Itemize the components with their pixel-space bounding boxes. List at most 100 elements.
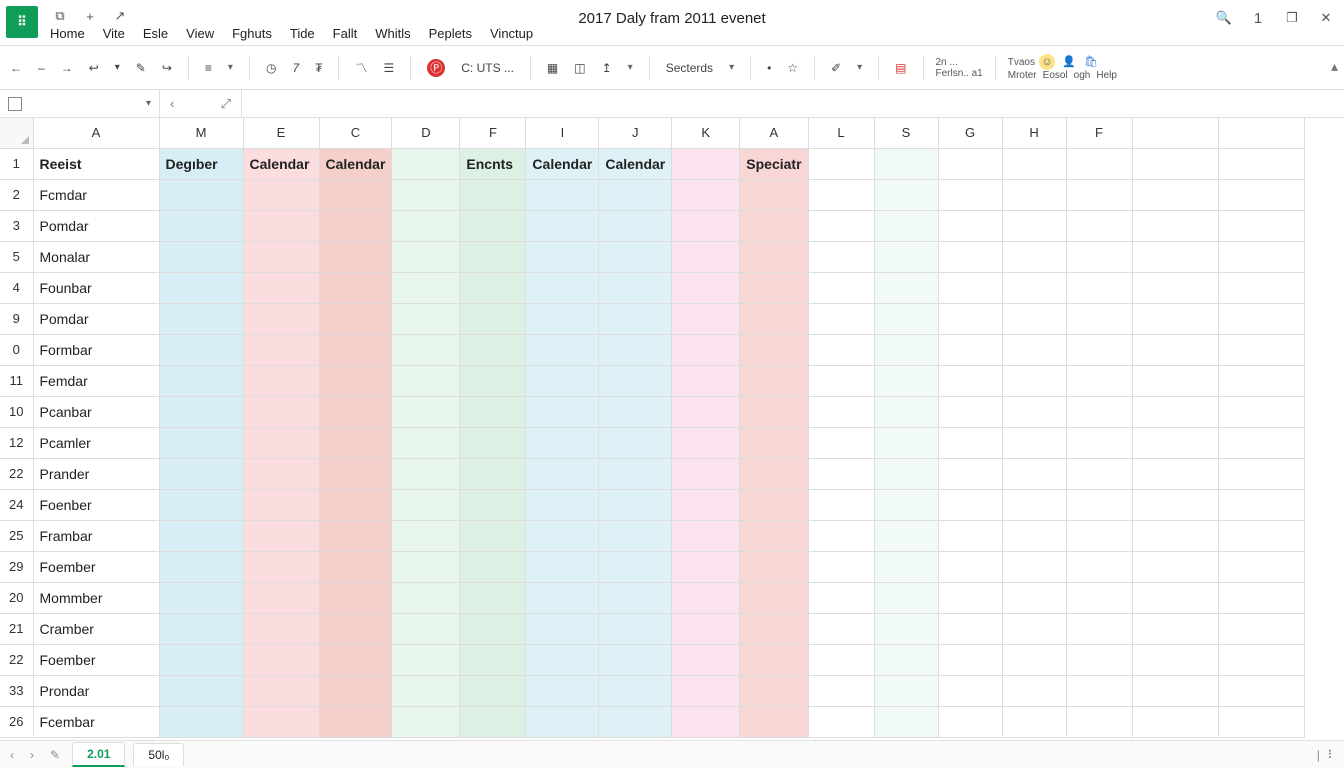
cell[interactable] [672,210,740,241]
cell[interactable] [938,210,1002,241]
cell[interactable] [874,613,938,644]
cell[interactable] [460,520,526,551]
cell[interactable] [243,520,319,551]
cell[interactable] [808,210,874,241]
cell[interactable]: Pcanbar [33,396,159,427]
cell[interactable] [319,272,392,303]
cell[interactable] [740,365,808,396]
menu-view[interactable]: View [186,26,214,41]
cell[interactable]: Pcamler [33,427,159,458]
up-icon[interactable]: ↥ [598,59,616,77]
cell[interactable] [1218,396,1304,427]
menu-whitls[interactable]: Whitls [375,26,410,41]
cell[interactable] [1066,520,1132,551]
cell[interactable]: Calendar [319,148,392,179]
column-header[interactable]: H [1002,118,1066,148]
cell[interactable] [808,458,874,489]
cell[interactable] [672,458,740,489]
cell[interactable] [874,582,938,613]
cell[interactable] [938,458,1002,489]
cell[interactable] [1066,675,1132,706]
cell[interactable] [1002,613,1066,644]
row-header[interactable]: 10 [0,396,33,427]
cell[interactable] [243,179,319,210]
one-icon[interactable]: 1 [1250,10,1266,26]
up-dropdown-icon[interactable]: ▾ [624,60,637,75]
cell[interactable] [243,675,319,706]
fb-less-icon[interactable]: ‹ [170,96,174,111]
cell[interactable]: Frambar [33,520,159,551]
cell[interactable] [1066,241,1132,272]
column-header[interactable]: G [938,118,1002,148]
add-tab-icon[interactable]: + [82,8,98,24]
cell[interactable] [243,551,319,582]
cell[interactable] [243,706,319,737]
cell[interactable] [159,272,243,303]
cell[interactable] [319,582,392,613]
grid-icon[interactable]: ▦ [543,59,562,77]
cell[interactable] [808,551,874,582]
cell[interactable] [874,427,938,458]
cell[interactable] [1002,551,1066,582]
cell[interactable] [392,179,460,210]
cell[interactable] [1066,489,1132,520]
cell[interactable] [1066,148,1132,179]
cell[interactable] [392,427,460,458]
cell[interactable] [460,303,526,334]
cell[interactable] [392,551,460,582]
cell[interactable] [460,675,526,706]
menu-vite[interactable]: Vite [103,26,125,41]
cell[interactable] [526,582,599,613]
italic-icon[interactable]: 7 [288,59,303,77]
stack-group-1[interactable]: 2n ... Ferlsn.. a1 [936,57,983,79]
cell[interactable] [1218,489,1304,520]
cell[interactable] [599,489,672,520]
cell[interactable] [874,706,938,737]
strike-icon[interactable]: ₮ [311,59,326,77]
cell[interactable] [1002,458,1066,489]
cell[interactable] [874,334,938,365]
cell[interactable] [460,613,526,644]
cell[interactable] [319,365,392,396]
cell[interactable] [243,272,319,303]
pen-shape-icon[interactable]: ✐ [827,59,845,77]
cell[interactable] [938,582,1002,613]
cell[interactable] [1218,613,1304,644]
cell[interactable] [460,365,526,396]
cell[interactable] [1132,706,1218,737]
cell[interactable] [159,582,243,613]
cell[interactable] [1218,210,1304,241]
column-header[interactable]: J [599,118,672,148]
column-header[interactable]: I [526,118,599,148]
cell[interactable] [1132,272,1218,303]
cell[interactable] [1132,458,1218,489]
column-header[interactable]: E [243,118,319,148]
sheet-tab-1[interactable]: 2.01 [72,742,125,767]
cell[interactable] [243,396,319,427]
cell[interactable] [392,675,460,706]
cell[interactable]: Foember [33,644,159,675]
chevron-down-icon[interactable]: ▾ [111,60,124,75]
star-icon[interactable]: ☆ [783,59,802,77]
align-icon[interactable]: ≡ [201,59,216,77]
cell[interactable] [740,427,808,458]
cell[interactable] [1066,396,1132,427]
collapse-ribbon-icon[interactable]: ▴ [1331,58,1338,75]
cell[interactable] [319,303,392,334]
cell[interactable] [808,365,874,396]
cell[interactable] [526,458,599,489]
cell[interactable] [938,241,1002,272]
cell[interactable] [460,582,526,613]
menu-tide[interactable]: Tide [290,26,315,41]
undo-icon[interactable]: ↩ [85,59,103,77]
row-header[interactable]: 1 [0,148,33,179]
cell[interactable] [1132,210,1218,241]
namebox-dropdown-icon[interactable]: ▾ [146,98,151,109]
cell[interactable] [1132,427,1218,458]
row-header[interactable]: 22 [0,458,33,489]
column-header[interactable]: K [672,118,740,148]
cell[interactable] [1218,241,1304,272]
cell[interactable] [599,582,672,613]
column-header[interactable]: A [740,118,808,148]
cell[interactable] [1218,148,1304,179]
